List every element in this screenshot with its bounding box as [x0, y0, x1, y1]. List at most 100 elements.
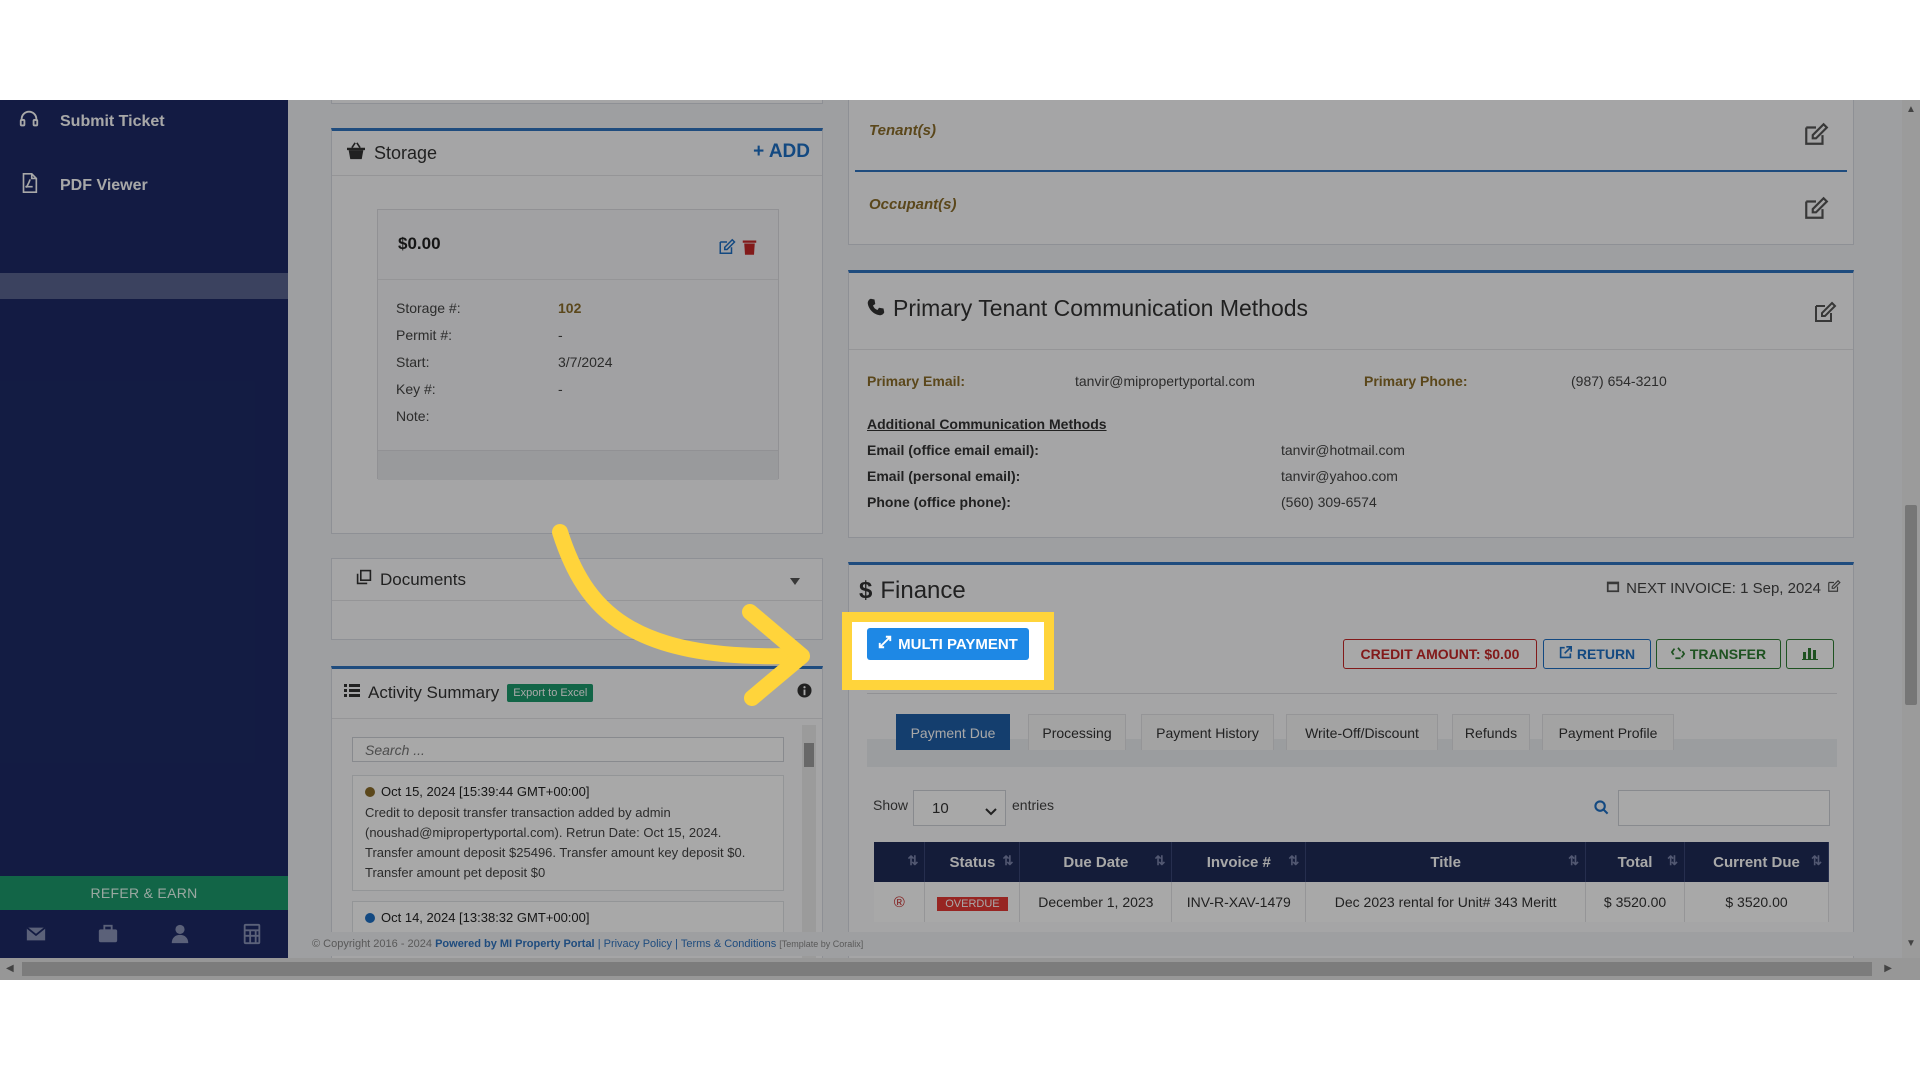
row-title: Dec 2023 rental for Unit# 343 Meritt — [1305, 882, 1587, 922]
horizontal-scrollbar[interactable]: ◀ ▶ — [0, 958, 1920, 980]
activity-text: Credit to deposit transfer transaction a… — [365, 805, 746, 880]
finance-search-input[interactable] — [1618, 790, 1830, 826]
scroll-left-icon[interactable]: ◀ — [6, 963, 14, 974]
user-icon[interactable] — [169, 923, 191, 950]
bar-chart-icon — [1802, 646, 1818, 663]
panel-above — [331, 100, 823, 104]
tab-payment-profile[interactable]: Payment Profile — [1542, 714, 1674, 750]
column-header-total[interactable]: Total ⇅ — [1585, 842, 1686, 882]
storage-detail-label: Note: — [396, 408, 430, 424]
column-header-status[interactable]: Status ⇅ — [924, 842, 1021, 882]
edit-icon[interactable] — [1827, 579, 1841, 597]
sort-icon: ⇅ — [907, 853, 919, 868]
calendar-icon — [1606, 579, 1620, 597]
row-invoice[interactable]: INV-R-XAV-1479 — [1171, 882, 1307, 922]
expand-arrows-icon — [878, 635, 892, 653]
edit-icon[interactable] — [1803, 196, 1829, 225]
envelope-icon[interactable] — [25, 923, 47, 950]
sort-icon: ⇅ — [1568, 853, 1580, 868]
edit-icon[interactable] — [1813, 301, 1837, 328]
calculator-icon[interactable] — [241, 923, 263, 950]
table-header-row: ⇅ Status ⇅ Due Date ⇅ Invoice # ⇅ Title ⇅ To… — [874, 842, 1829, 882]
table-row[interactable]: ® OVERDUE December 1, 2023 INV-R-XAV-147… — [874, 882, 1829, 922]
row-flag[interactable]: ® — [874, 882, 926, 922]
status-dot — [365, 786, 375, 797]
scroll-up-icon[interactable]: ▲ — [1906, 104, 1916, 115]
storage-panel: Storage + ADD $0.00 Storage #: 102 Permit … — [331, 128, 823, 534]
column-header-current-due[interactable]: Current Due ⇅ — [1684, 842, 1829, 882]
storage-amount: $0.00 — [398, 234, 441, 253]
storage-detail-label: Start: — [396, 354, 430, 370]
footer-links[interactable]: | Privacy Policy | Terms & Conditions — [598, 938, 777, 950]
transfer-button[interactable]: TRANSFER — [1656, 639, 1781, 669]
sort-icon: ⇅ — [1002, 853, 1014, 868]
additional-methods-link[interactable]: Additional Communication Methods — [867, 416, 1107, 432]
column-header-select[interactable]: ⇅ — [874, 842, 926, 882]
tab-processing[interactable]: Processing — [1028, 714, 1126, 750]
storage-header: Storage — [346, 142, 437, 165]
storage-detail-value: 102 — [558, 300, 582, 316]
vertical-scrollbar[interactable]: ▲ ▼ — [1902, 100, 1920, 958]
additional-value: tanvir@hotmail.com — [1281, 442, 1405, 458]
additional-label: Email (office email email): — [867, 442, 1039, 458]
trash-icon[interactable] — [742, 238, 757, 260]
row-current-due: $ 3520.00 — [1684, 882, 1829, 922]
primary-phone-label: Primary Phone: — [1364, 373, 1468, 389]
entries-label: entries — [1012, 797, 1055, 813]
additional-value: tanvir@yahoo.com — [1281, 468, 1398, 484]
headset-icon — [18, 108, 40, 135]
column-header-title[interactable]: Title ⇅ — [1305, 842, 1587, 882]
dollar-icon: $ — [859, 577, 873, 604]
sort-icon: ⇅ — [1667, 853, 1679, 868]
list-item: Oct 15, 2024 [15:39:44 GMT+00:00] Credit… — [352, 775, 784, 891]
documents-title: Documents — [380, 569, 466, 589]
column-header-due-date[interactable]: Due Date ⇅ — [1019, 842, 1173, 882]
scroll-right-icon[interactable]: ▶ — [1884, 963, 1892, 974]
return-button[interactable]: RETURN — [1543, 639, 1651, 669]
sidebar-item-submit-ticket[interactable]: Submit Ticket — [18, 108, 165, 135]
activity-search-input[interactable] — [352, 737, 784, 762]
footer-powered-link[interactable]: Powered by MI Property Portal — [435, 938, 595, 950]
multi-payment-button[interactable]: MULTI PAYMENT — [867, 628, 1029, 660]
row-due-date: December 1, 2023 — [1019, 882, 1173, 922]
storage-detail-label: Permit #: — [396, 327, 453, 343]
chart-button[interactable] — [1786, 639, 1834, 669]
sort-icon: ⇅ — [1288, 853, 1300, 868]
storage-detail-value: - — [558, 381, 563, 397]
footer: © Copyright 2016 - 2024 Powered by MI Pr… — [300, 932, 1870, 956]
tab-refunds[interactable]: Refunds — [1452, 714, 1530, 750]
tab-payment-history[interactable]: Payment History — [1141, 714, 1274, 750]
next-invoice-text: NEXT INVOICE: 1 Sep, 2024 — [1626, 579, 1821, 597]
tenants-panel: Tenant(s) Occupant(s) — [848, 100, 1854, 245]
recycle-icon — [1670, 646, 1686, 663]
documents-header[interactable]: Documents — [356, 569, 466, 590]
activity-date: Oct 14, 2024 [13:38:32 GMT+00:00] — [381, 910, 590, 925]
edit-icon[interactable] — [1803, 122, 1829, 151]
credit-amount-button[interactable]: CREDIT AMOUNT: $0.00 — [1343, 639, 1537, 669]
list-icon — [344, 683, 360, 703]
refer-earn-button[interactable]: REFER & EARN — [0, 876, 288, 910]
finance-title: Finance — [880, 577, 966, 604]
communication-title: Primary Tenant Communication Methods — [893, 295, 1309, 321]
occupants-label: Occupant(s) — [869, 196, 957, 213]
scroll-down-icon[interactable]: ▼ — [1906, 938, 1916, 949]
row-status: OVERDUE — [924, 882, 1021, 922]
activity-scrollbar[interactable] — [802, 725, 816, 961]
next-invoice: NEXT INVOICE: 1 Sep, 2024 — [1606, 579, 1841, 597]
tenants-label: Tenant(s) — [869, 122, 936, 139]
storage-add-button[interactable]: + ADD — [753, 141, 810, 163]
row-total: $ 3520.00 — [1585, 882, 1686, 922]
sort-icon: ⇅ — [1811, 853, 1822, 868]
tab-write-off[interactable]: Write-Off/Discount — [1286, 714, 1438, 750]
briefcase-icon[interactable] — [97, 923, 119, 950]
copy-icon — [356, 569, 372, 590]
additional-label: Email (personal email): — [867, 468, 1021, 484]
sidebar-item-pdf-viewer[interactable]: PDF Viewer — [18, 172, 148, 199]
tab-payment-due[interactable]: Payment Due — [896, 714, 1010, 750]
edit-icon[interactable] — [718, 238, 736, 260]
additional-label: Phone (office phone): — [867, 494, 1011, 510]
sidebar-item-label: PDF Viewer — [60, 176, 148, 194]
tutorial-highlight-frame: MULTI PAYMENT — [842, 612, 1054, 690]
entries-select[interactable]: 10 — [913, 790, 1006, 826]
column-header-invoice[interactable]: Invoice # ⇅ — [1171, 842, 1307, 882]
